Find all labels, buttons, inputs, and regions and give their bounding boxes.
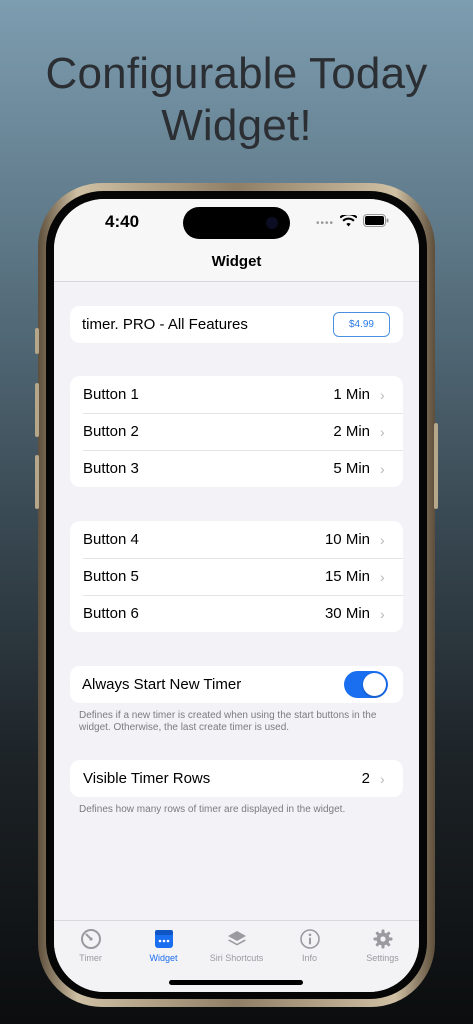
always-new-footnote: Defines if a new timer is created when u… bbox=[79, 710, 377, 733]
volume-down-button bbox=[35, 455, 39, 509]
row-value: 5 Min bbox=[333, 460, 370, 477]
tab-siri-shortcuts[interactable]: Siri Shortcuts bbox=[200, 928, 273, 963]
chevron-right-icon: › bbox=[380, 605, 385, 622]
pro-group: timer. PRO - All Features $4.99 bbox=[70, 306, 403, 343]
volume-up-button bbox=[35, 383, 39, 437]
home-indicator bbox=[169, 980, 303, 985]
promo-headline: Configurable Today Widget! bbox=[0, 48, 473, 152]
row-label: Visible Timer Rows bbox=[83, 770, 211, 787]
row-value: 15 Min bbox=[324, 568, 370, 585]
always-new-row: Always Start New Timer bbox=[70, 666, 403, 703]
page-title: Widget bbox=[211, 253, 262, 270]
chevron-right-icon: › bbox=[380, 568, 385, 585]
tab-widget[interactable]: Widget bbox=[127, 928, 200, 963]
tab-settings[interactable]: Settings bbox=[346, 928, 419, 963]
power-button bbox=[434, 423, 438, 509]
tab-info[interactable]: Info bbox=[273, 928, 346, 963]
pro-row: timer. PRO - All Features $4.99 bbox=[70, 306, 403, 343]
widget-icon bbox=[127, 928, 200, 950]
table-row[interactable]: Button 2 2 Min › bbox=[70, 413, 403, 450]
always-new-group: Always Start New Timer bbox=[70, 666, 403, 703]
wifi-icon bbox=[339, 213, 358, 232]
headline-line-2: Widget! bbox=[161, 101, 312, 150]
visible-rows-group: Visible Timer Rows 2 › bbox=[70, 760, 403, 797]
status-time: 4:40 bbox=[105, 212, 140, 231]
buttons-group-2: Button 4 10 Min › Button 5 15 Min › Butt… bbox=[70, 521, 403, 632]
row-value: 30 Min bbox=[324, 605, 370, 622]
chevron-right-icon: › bbox=[380, 423, 385, 440]
timer-icon bbox=[54, 928, 127, 950]
chevron-right-icon: › bbox=[380, 386, 385, 403]
signal-dots: •••• bbox=[315, 217, 334, 229]
toggle-knob bbox=[363, 673, 386, 696]
buy-pro-button[interactable]: $4.99 bbox=[332, 312, 390, 337]
row-value: 2 bbox=[361, 770, 370, 787]
layers-icon bbox=[200, 928, 273, 950]
row-value: 10 Min bbox=[324, 531, 370, 548]
row-value: 1 Min bbox=[333, 386, 370, 403]
tab-label: Widget bbox=[149, 953, 178, 963]
row-label: Button 3 bbox=[83, 460, 139, 477]
chevron-right-icon: › bbox=[380, 770, 385, 787]
tab-timer[interactable]: Timer bbox=[54, 928, 127, 963]
gear-icon bbox=[346, 928, 419, 950]
dynamic-island bbox=[183, 207, 290, 239]
table-row[interactable]: Button 5 15 Min › bbox=[70, 558, 403, 595]
row-value: 2 Min bbox=[333, 423, 370, 440]
headline-line-1: Configurable Today bbox=[45, 49, 428, 98]
table-row[interactable]: Button 4 10 Min › bbox=[70, 521, 403, 558]
buttons-group-1: Button 1 1 Min › Button 2 2 Min › Button… bbox=[70, 376, 403, 487]
tab-label: Settings bbox=[366, 953, 399, 963]
status-indicators: •••• bbox=[315, 213, 389, 232]
visible-rows-row[interactable]: Visible Timer Rows 2 › bbox=[70, 760, 403, 797]
visible-rows-footnote: Defines how many rows of timer are displ… bbox=[79, 804, 346, 815]
row-label: Button 6 bbox=[83, 605, 139, 622]
battery-icon bbox=[363, 214, 389, 232]
row-label: Button 5 bbox=[83, 568, 139, 585]
phone-screen: Widget 4:40 •••• timer. PRO - All Featur… bbox=[54, 199, 419, 992]
chevron-right-icon: › bbox=[380, 531, 385, 548]
row-label: Button 1 bbox=[83, 386, 139, 403]
always-new-label: Always Start New Timer bbox=[82, 676, 242, 693]
table-row[interactable]: Button 3 5 Min › bbox=[70, 450, 403, 487]
row-label: Button 4 bbox=[83, 531, 139, 548]
tab-label: Timer bbox=[79, 953, 102, 963]
pro-label: timer. PRO - All Features bbox=[82, 316, 248, 333]
always-new-toggle[interactable] bbox=[344, 671, 388, 698]
tab-label: Siri Shortcuts bbox=[209, 953, 264, 963]
row-label: Button 2 bbox=[83, 423, 139, 440]
chevron-right-icon: › bbox=[380, 460, 385, 477]
table-row[interactable]: Button 1 1 Min › bbox=[70, 376, 403, 413]
mute-switch bbox=[35, 328, 39, 354]
tab-label: Info bbox=[301, 953, 317, 963]
info-icon bbox=[273, 928, 346, 950]
table-row[interactable]: Button 6 30 Min › bbox=[70, 595, 403, 632]
